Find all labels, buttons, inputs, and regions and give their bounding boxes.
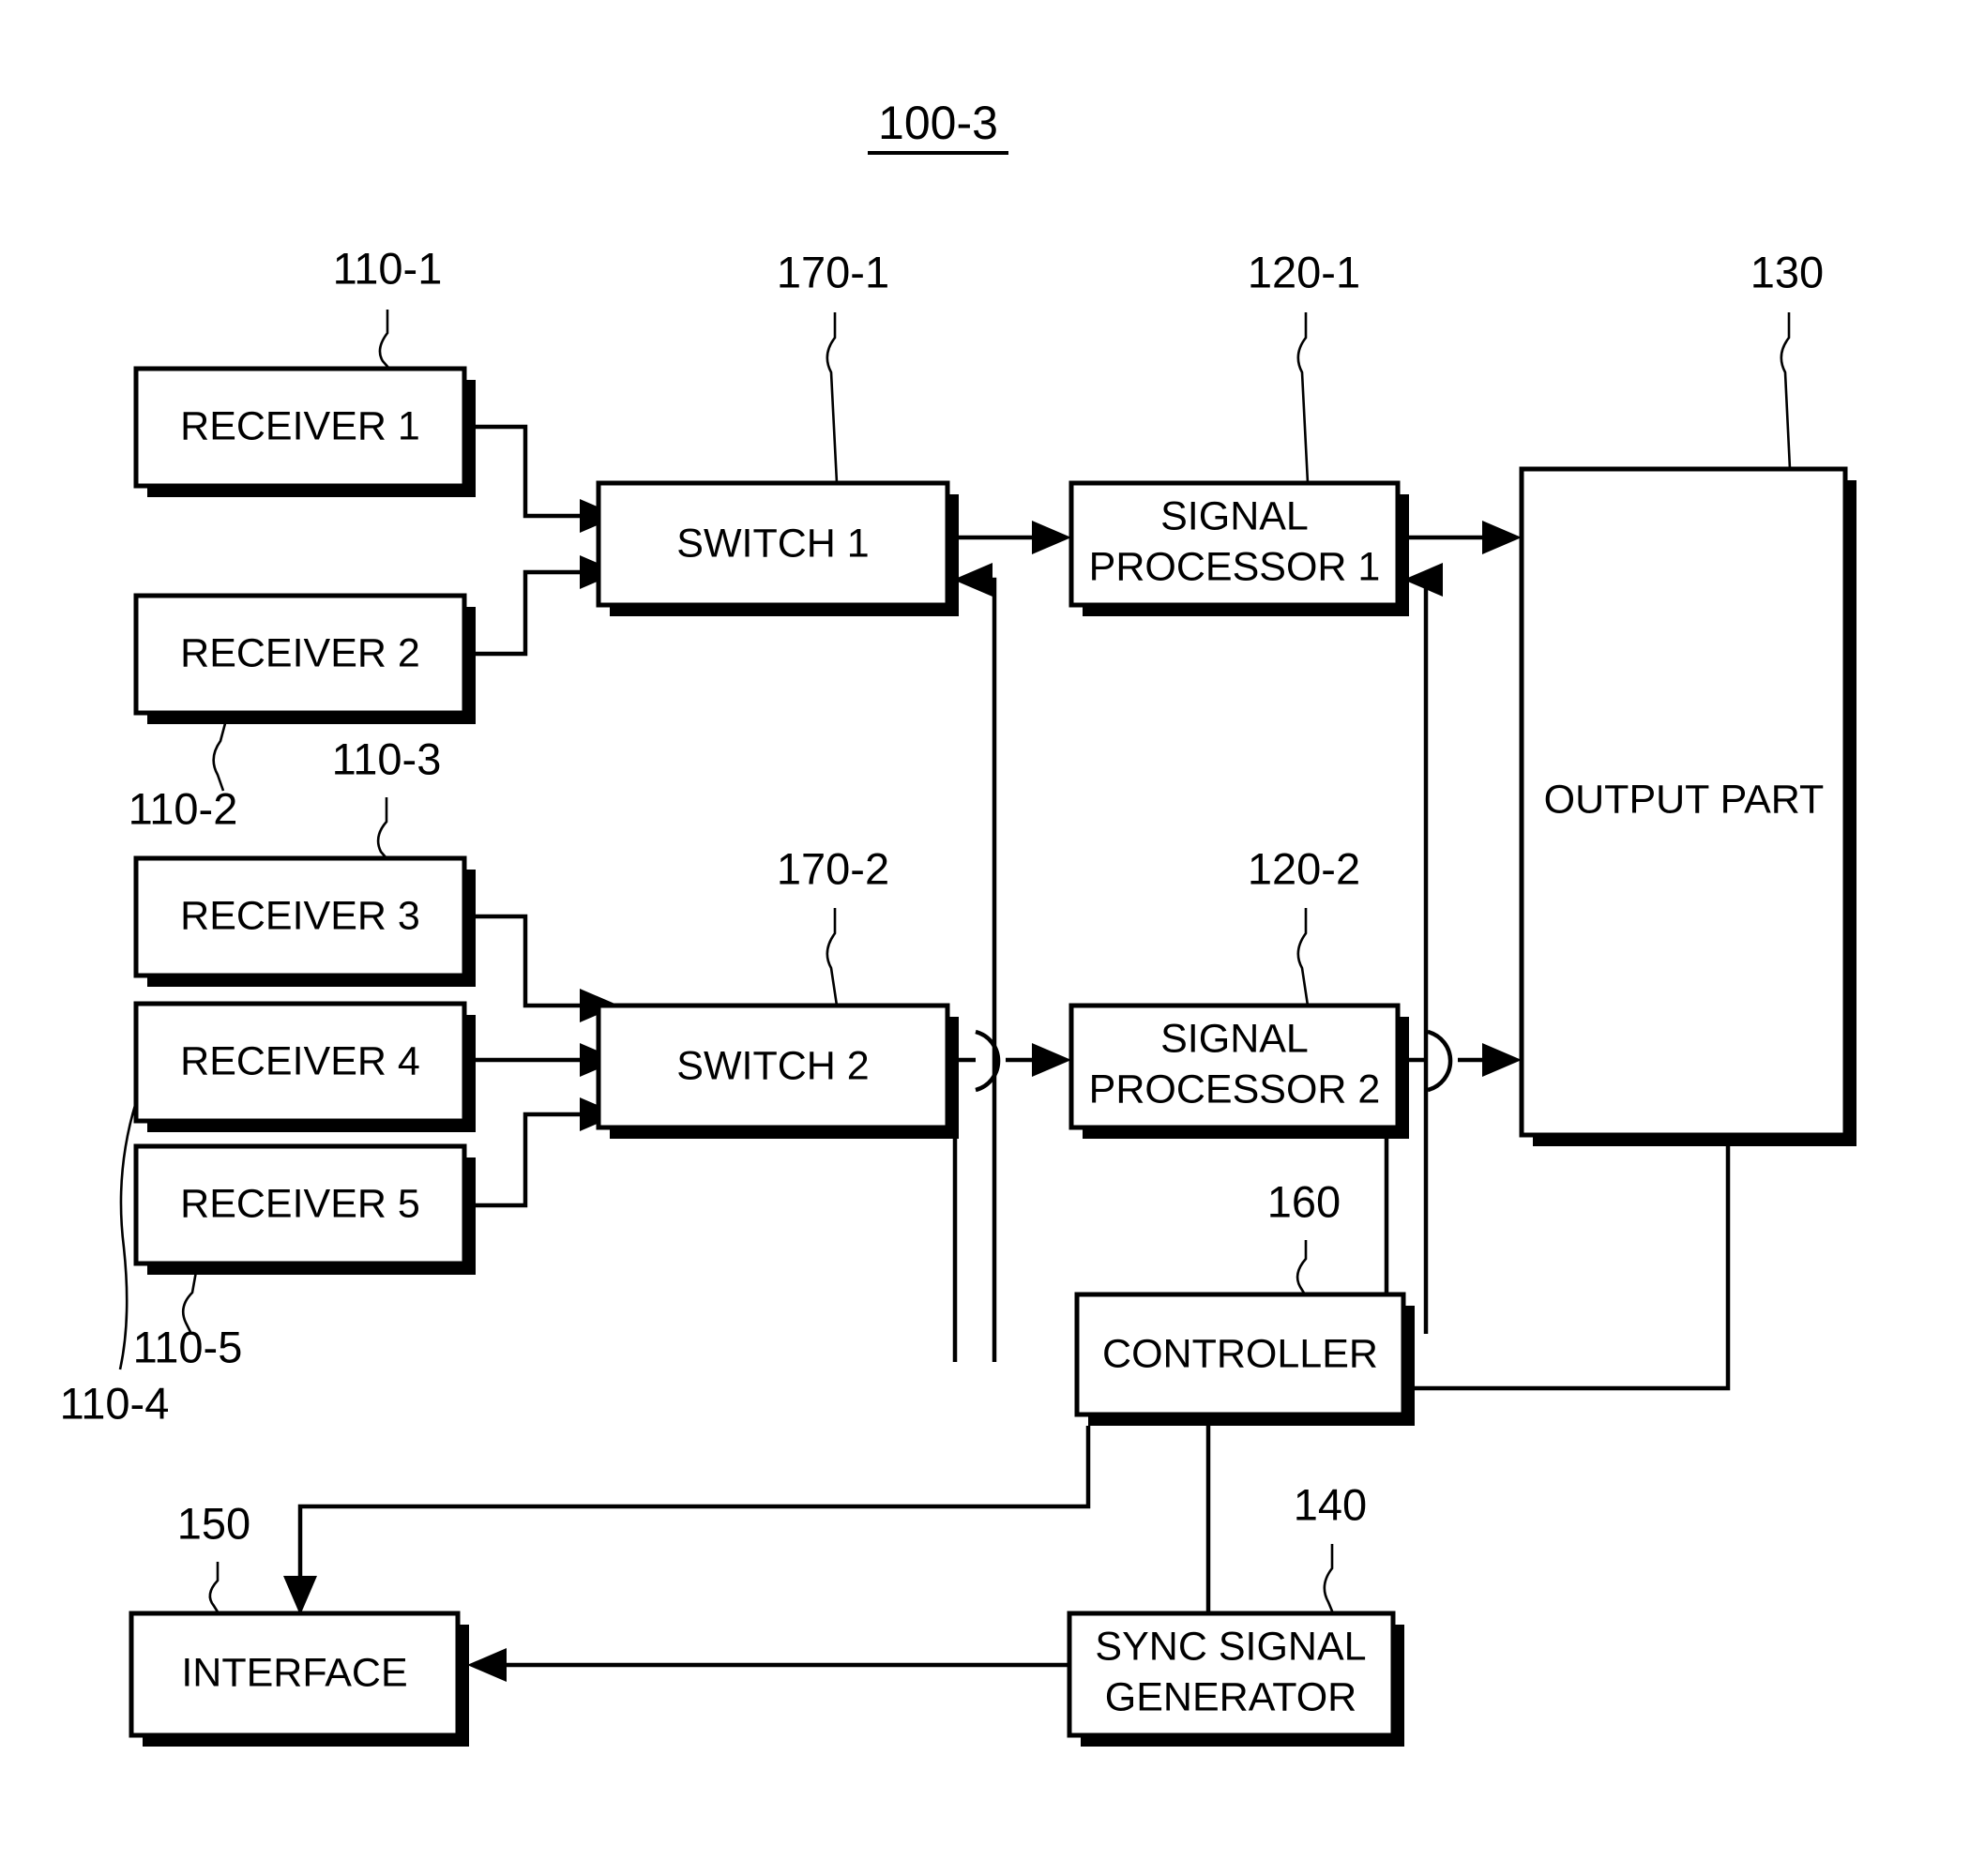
leader-line-110-3 xyxy=(376,797,388,859)
wire-sp2-to-output xyxy=(1398,1029,1522,1093)
block-signal-processor-1[interactable]: SIGNAL PROCESSOR 1 xyxy=(1068,480,1409,616)
block-sync-signal-generator[interactable]: SYNC SIGNAL GENERATOR xyxy=(1067,1611,1404,1747)
controller-label: CONTROLLER xyxy=(1102,1331,1378,1376)
block-output-part[interactable]: OUTPUT PART xyxy=(1519,466,1856,1146)
ref-160-group: 160 xyxy=(1267,1176,1341,1295)
arrowhead-sw1-sp1 xyxy=(1032,521,1071,554)
ref-150-group: 150 xyxy=(177,1498,250,1614)
arrowhead-sync-iface xyxy=(467,1648,507,1682)
figure-title: 100-3 xyxy=(878,97,998,149)
leader-line-120-2 xyxy=(1296,908,1310,1006)
signal-processor-1-label-line2: PROCESSOR 1 xyxy=(1089,544,1381,589)
block-switch-1[interactable]: SWITCH 1 xyxy=(596,480,959,616)
ref-label-170-2: 170-2 xyxy=(777,843,889,893)
block-switch-2[interactable]: SWITCH 2 xyxy=(596,1003,959,1139)
block-signal-processor-2[interactable]: SIGNAL PROCESSOR 2 xyxy=(1068,1003,1409,1139)
receiver-1-label: RECEIVER 1 xyxy=(180,403,420,448)
block-diagram-canvas: 100-3 RECEIVER 1 110-1 RECEIVER 2 110-2 … xyxy=(60,97,1856,1747)
interface-label: INTERFACE xyxy=(181,1650,407,1695)
receiver-2-label: RECEIVER 2 xyxy=(180,630,420,675)
output-part-label: OUTPUT PART xyxy=(1544,777,1825,822)
leader-line-170-1 xyxy=(826,312,839,484)
ref-label-120-1: 120-1 xyxy=(1248,247,1360,296)
ref-110-1-group: 110-1 xyxy=(333,243,443,370)
arrowhead-ctrl-sp1 xyxy=(1403,563,1443,597)
figure-title-group: 100-3 xyxy=(868,97,1008,155)
signal-processor-2-label-line1: SIGNAL xyxy=(1160,1016,1309,1061)
block-interface[interactable]: INTERFACE xyxy=(129,1611,469,1747)
arrowhead-ctrl-iface xyxy=(283,1576,317,1615)
patent-figure: 100-3 RECEIVER 1 110-1 RECEIVER 2 110-2 … xyxy=(0,0,1970,1876)
block-receiver-1[interactable]: RECEIVER 1 xyxy=(133,366,476,497)
ref-label-160: 160 xyxy=(1267,1176,1341,1226)
ref-label-130: 130 xyxy=(1750,247,1824,296)
switch-2-label: SWITCH 2 xyxy=(676,1043,869,1088)
ref-label-170-1: 170-1 xyxy=(777,247,889,296)
block-controller[interactable]: CONTROLLER xyxy=(1074,1292,1415,1426)
wire-controller-to-sp1 xyxy=(1403,563,1443,1334)
wire-switch1-to-sp1 xyxy=(947,521,1071,554)
sync-signal-generator-label-line1: SYNC SIGNAL xyxy=(1095,1624,1366,1669)
ref-110-2-group: 110-2 xyxy=(129,712,238,833)
switch-1-label: SWITCH 1 xyxy=(676,521,869,566)
wire-controller-to-switch1 xyxy=(953,563,997,1362)
wire-sync-to-interface xyxy=(467,1648,1069,1682)
block-receiver-5[interactable]: RECEIVER 5 xyxy=(133,1143,476,1275)
block-receiver-3[interactable]: RECEIVER 3 xyxy=(133,855,476,987)
signal-processor-2-label-line2: PROCESSOR 2 xyxy=(1089,1067,1381,1112)
ref-label-110-3: 110-3 xyxy=(332,734,442,783)
wire-controller-to-output xyxy=(1405,1107,1745,1391)
ref-120-1-group: 120-1 xyxy=(1248,247,1360,484)
ref-label-110-4: 110-4 xyxy=(60,1378,170,1428)
ref-140-group: 140 xyxy=(1294,1479,1367,1614)
ref-110-5-group: 110-5 xyxy=(133,1265,243,1371)
leader-line-150 xyxy=(208,1562,220,1614)
wire-controller-to-interface xyxy=(283,1426,1091,1615)
block-receiver-2[interactable]: RECEIVER 2 xyxy=(133,593,476,724)
ref-label-150: 150 xyxy=(177,1498,250,1548)
leader-line-130 xyxy=(1780,312,1792,470)
ref-110-3-group: 110-3 xyxy=(332,734,442,859)
ref-label-110-5: 110-5 xyxy=(133,1322,243,1371)
receiver-4-label: RECEIVER 4 xyxy=(180,1038,420,1083)
leader-line-170-2 xyxy=(826,908,839,1006)
signal-processor-1-label-line1: SIGNAL xyxy=(1160,493,1309,538)
wire-switch2-to-sp2 xyxy=(947,1029,1071,1093)
leader-line-160 xyxy=(1296,1240,1308,1295)
ref-label-120-2: 120-2 xyxy=(1248,843,1360,893)
ref-170-2-group: 170-2 xyxy=(777,843,889,1006)
wire-hop-sp2-out xyxy=(1427,1029,1453,1093)
leader-line-110-2 xyxy=(212,712,230,792)
arrowhead-sw2-sp2 xyxy=(1032,1043,1071,1077)
receiver-5-label: RECEIVER 5 xyxy=(180,1181,420,1226)
leader-line-110-1 xyxy=(378,310,390,370)
ref-120-2-group: 120-2 xyxy=(1248,843,1360,1006)
arrowhead-ctrl-sw1 xyxy=(953,563,993,597)
ref-130-group: 130 xyxy=(1750,247,1824,470)
arrowhead-sp1-out xyxy=(1482,521,1522,554)
receiver-3-label: RECEIVER 3 xyxy=(180,893,420,938)
ref-170-1-group: 170-1 xyxy=(777,247,889,484)
block-receiver-4[interactable]: RECEIVER 4 xyxy=(133,1001,476,1132)
leader-line-120-1 xyxy=(1296,312,1310,484)
ref-label-110-2: 110-2 xyxy=(129,783,238,833)
wire-sp1-to-output xyxy=(1398,521,1522,554)
leader-line-140 xyxy=(1323,1544,1335,1614)
sync-signal-generator-label-line2: GENERATOR xyxy=(1105,1674,1356,1719)
ref-label-110-1: 110-1 xyxy=(333,243,443,293)
ref-label-140: 140 xyxy=(1294,1479,1367,1529)
arrowhead-sp2-out xyxy=(1482,1043,1522,1077)
